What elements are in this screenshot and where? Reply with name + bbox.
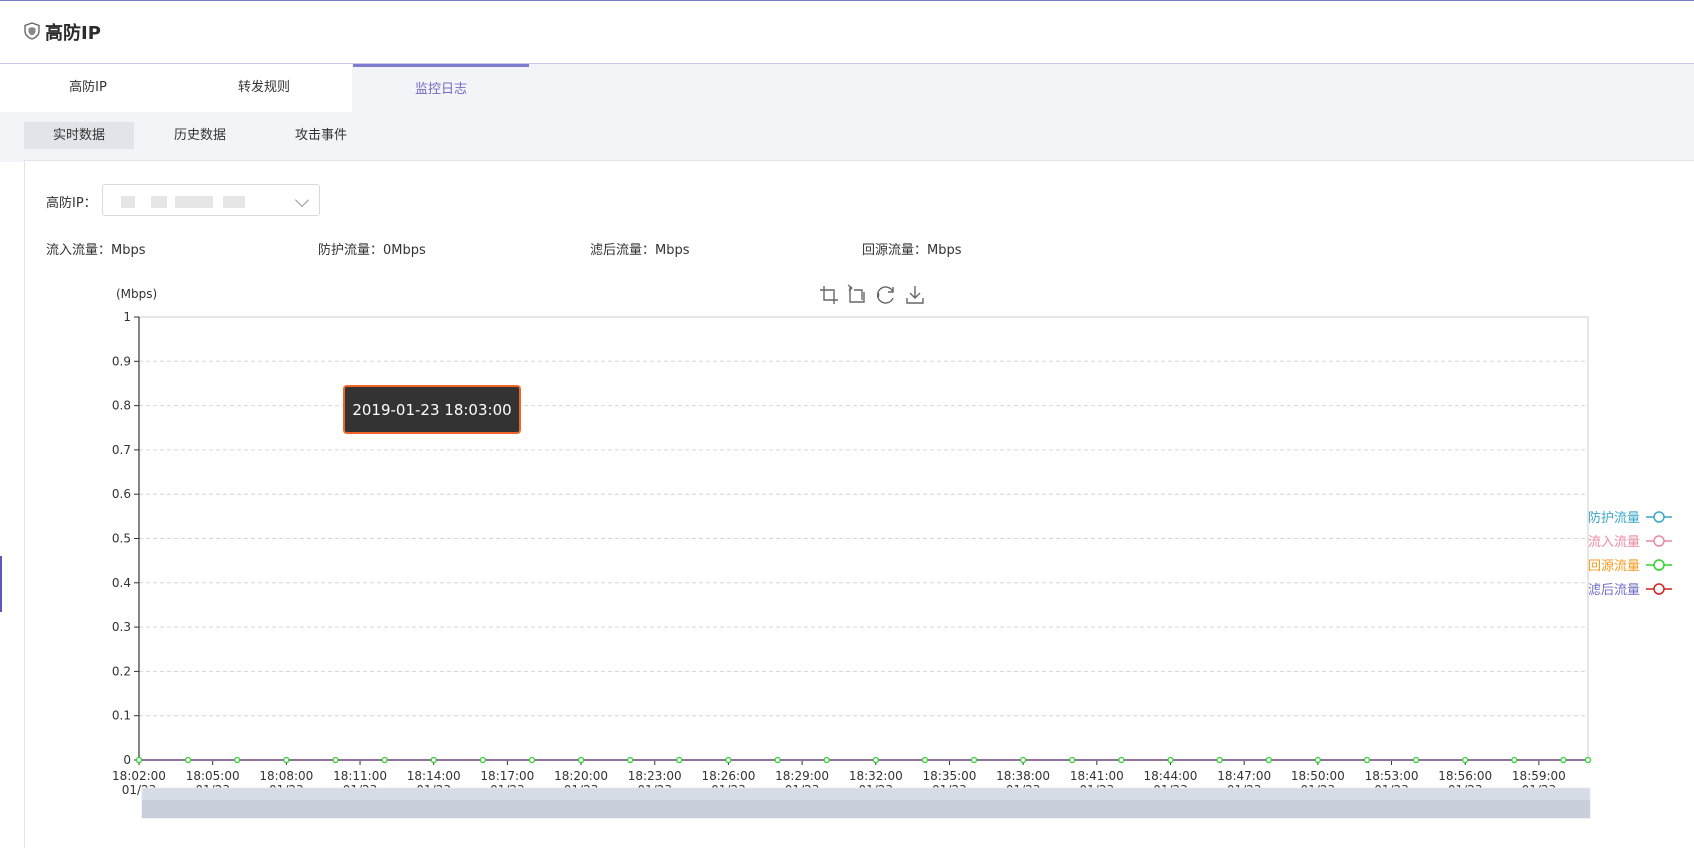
page-header: 高防IP (0, 1, 1694, 64)
subtab-history-data[interactable]: 历史数据 (145, 122, 255, 149)
redacted-block (121, 196, 135, 208)
redacted-block (151, 196, 167, 208)
stat-inflow: 流入流量：Mbps (46, 243, 146, 258)
subtab-attack-events[interactable]: 攻击事件 (266, 122, 376, 149)
tab-high-defense-ip[interactable]: 高防IP (0, 64, 176, 112)
tab-monitoring-logs[interactable]: 监控日志 (353, 64, 529, 112)
stat-protect: 防护流量：0Mbps (318, 243, 426, 258)
chevron-down-icon (294, 192, 310, 208)
stat-filtered: 滤后流量：Mbps (590, 243, 690, 258)
redacted-block (175, 196, 213, 208)
content-panel (24, 160, 1694, 848)
subtab-realtime-data[interactable]: 实时数据 (24, 122, 134, 149)
ip-select-label: 高防IP： (46, 196, 97, 211)
shield-icon (24, 22, 40, 40)
page-title: 高防IP (45, 23, 101, 44)
ip-select-dropdown[interactable] (102, 184, 320, 216)
left-edge-marker (0, 556, 2, 612)
redacted-block (223, 196, 245, 208)
main-tabs: 高防IP 转发规则 监控日志 (0, 64, 1694, 112)
stat-origin: 回源流量：Mbps (862, 243, 962, 258)
tab-forwarding-rules[interactable]: 转发规则 (176, 64, 352, 112)
